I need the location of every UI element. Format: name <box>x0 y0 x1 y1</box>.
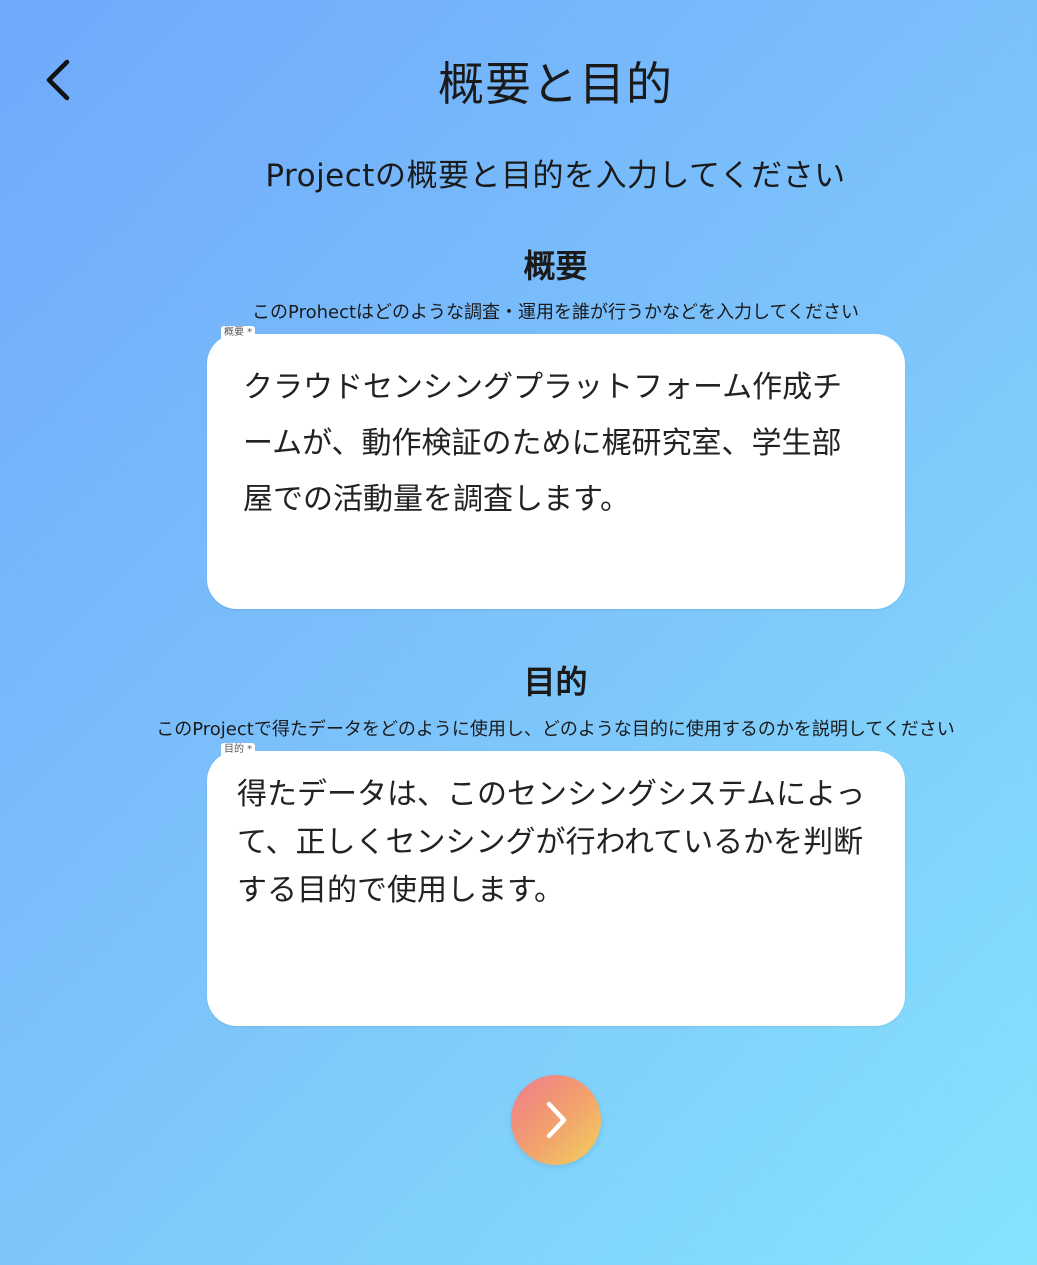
page-subtitle: Projectの概要と目的を入力してください <box>265 158 846 194</box>
overview-heading: 概要 <box>523 247 588 285</box>
overview-field[interactable]: 概要 * クラウドセンシングプラットフォーム作成チームが、動作検証のために梶研究… <box>207 326 905 609</box>
overview-field-label: 概要 * <box>221 326 256 340</box>
page-title: 概要と目的 <box>438 57 673 111</box>
overview-textarea[interactable]: クラウドセンシングプラットフォーム作成チームが、動作検証のために梶研究室、学生部… <box>207 334 905 528</box>
purpose-field-label: 目的 * <box>221 743 256 757</box>
chevron-right-icon <box>546 1101 567 1139</box>
overview-description: このProhectはどのような調査・運用を誰が行うかなどを入力してください <box>252 302 859 323</box>
purpose-field[interactable]: 目的 * 得たデータは、このセンシングシステムによって、正しくセンシングが行われ… <box>207 743 905 1026</box>
purpose-textarea[interactable]: 得たデータは、このセンシングシステムによって、正しくセンシングが行われているかを… <box>207 751 905 915</box>
purpose-heading: 目的 <box>523 663 588 701</box>
next-button[interactable] <box>511 1075 601 1165</box>
purpose-description: このProjectで得たデータをどのように使用し、どのような目的に使用するのかを… <box>156 719 955 740</box>
